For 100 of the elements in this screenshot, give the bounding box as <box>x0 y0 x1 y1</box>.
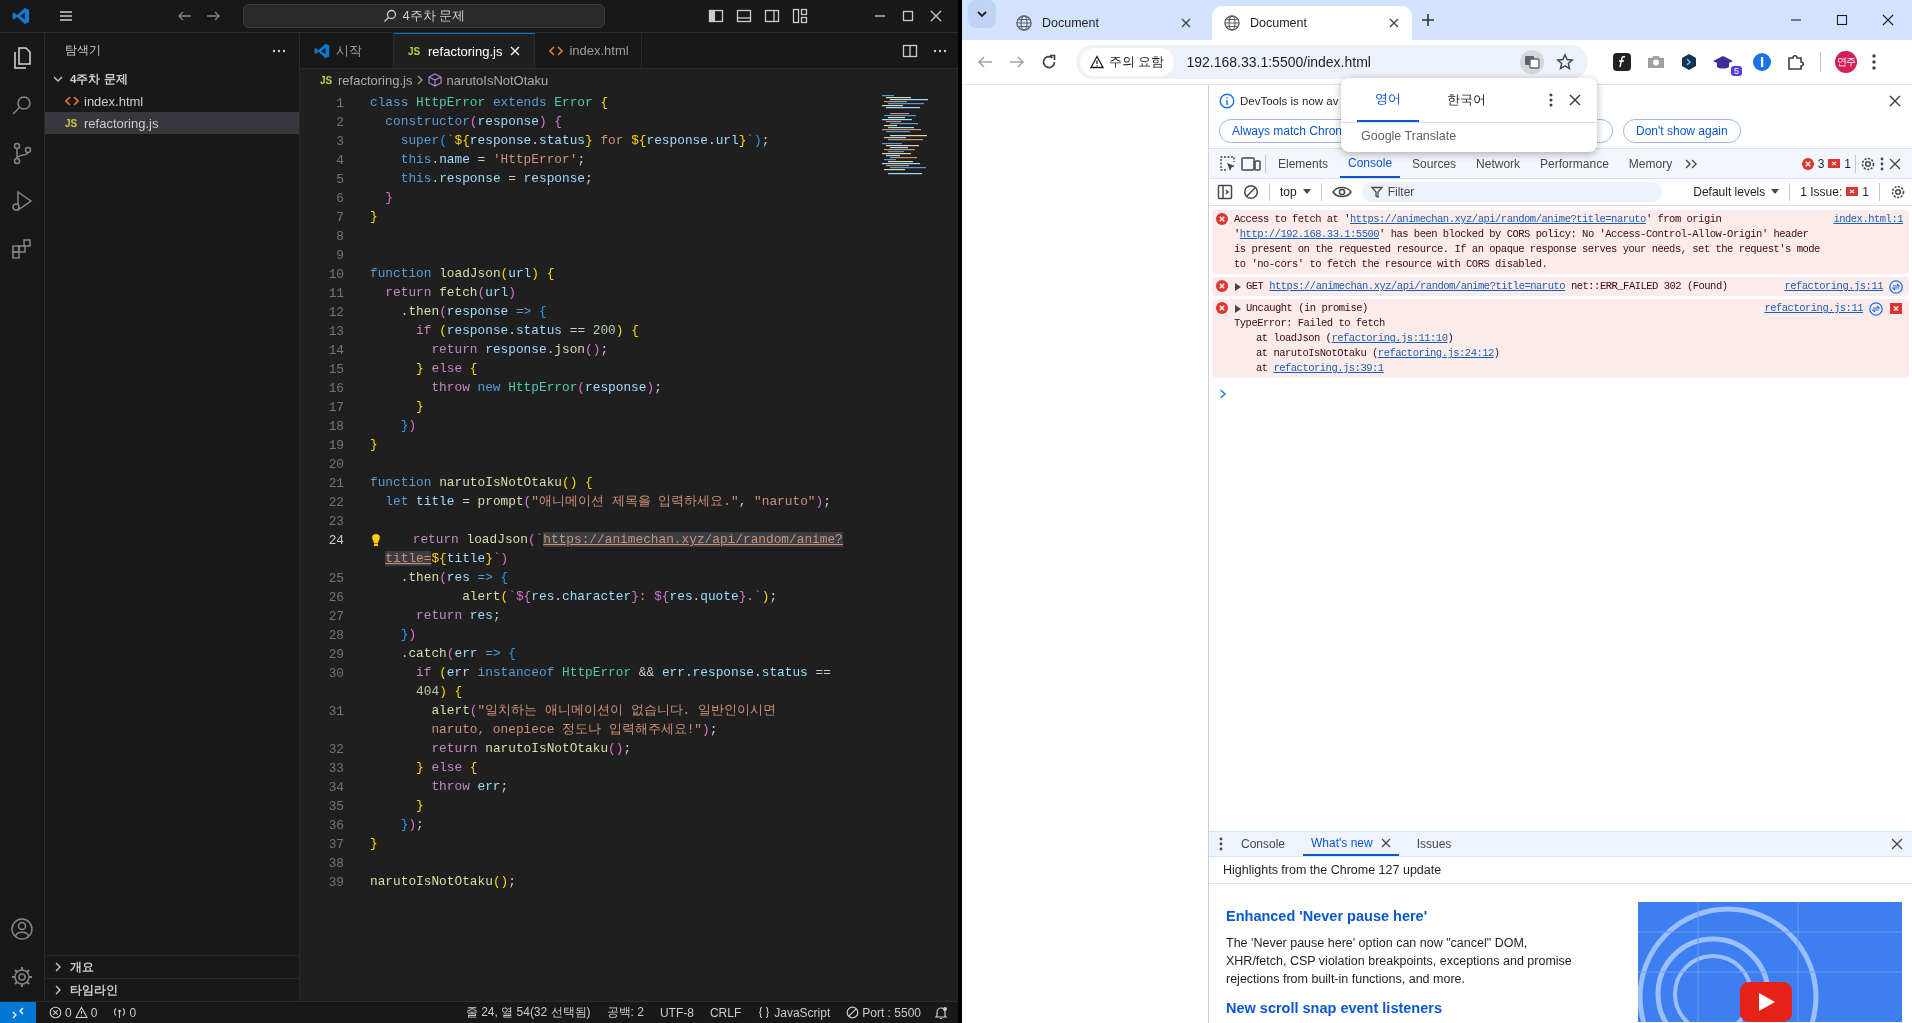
code-line: }) <box>399 418 417 433</box>
source-link[interactable]: refactoring.js:11 <box>1764 301 1863 316</box>
line-number: 17 <box>328 399 344 415</box>
editor-tab[interactable]: JS refactoring.js <box>394 33 536 68</box>
levels-dropdown[interactable]: Default levels <box>1693 185 1780 199</box>
line-number: 8 <box>336 228 344 244</box>
code-line: .catch(err => { <box>399 646 516 661</box>
browser-tab[interactable]: Document <box>1004 6 1204 40</box>
line-number: 19 <box>328 437 344 453</box>
link[interactable]: https://animechan.xyz/api/random/anime?title=naruto <box>1350 213 1646 225</box>
drawer-tab[interactable]: What's new <box>1303 832 1399 856</box>
code-line: 404) { <box>415 684 463 699</box>
link[interactable]: refactoring.js:39:1 <box>1273 362 1384 374</box>
line-number: 5 <box>336 171 344 187</box>
source-link[interactable]: index.html:1 <box>1833 212 1903 227</box>
context-selector[interactable]: top <box>1280 185 1311 199</box>
line-number: 7 <box>336 209 344 225</box>
code-line: return loadJson(`https://animechan.xyz/api/random/anime? <box>411 532 843 547</box>
breadcrumb-item[interactable]: JS refactoring.js <box>320 72 413 88</box>
line-number: 2 <box>336 114 344 130</box>
panel-tab[interactable]: Sources <box>1404 149 1465 178</box>
problems-status[interactable]: 0 0 <box>46 1005 101 1020</box>
ports-status[interactable]: 0 <box>110 1005 140 1020</box>
code-line: }) <box>399 627 417 642</box>
article-title[interactable]: Enhanced 'Never pause here' <box>1226 908 1576 924</box>
translate-brand: Google Translate <box>1360 128 1458 143</box>
badge-count: 5 <box>1731 66 1742 76</box>
link[interactable]: https://animechan.xyz/api/random/anime?title=naruto <box>1269 280 1566 292</box>
line-number: 39 <box>328 874 344 890</box>
line-number: 6 <box>336 190 344 206</box>
line-number: 36 <box>328 817 344 833</box>
filter-field[interactable]: Filter <box>1361 182 1662 202</box>
status-item[interactable]: UTF-8 <box>656 1005 697 1020</box>
status-item[interactable]: 줄 24, 열 54(32 선택됨) <box>462 1004 594 1021</box>
sidebar-title: 탐색기 <box>65 43 101 58</box>
status-item[interactable]: Port : 5500 <box>843 1005 924 1020</box>
browser-tab[interactable]: Document <box>1212 6 1412 40</box>
infobar-message: DevTools is now av <box>1240 95 1339 107</box>
issue-count[interactable]: 1 <box>1828 156 1851 171</box>
file-item[interactable]: index.html <box>45 90 299 112</box>
code-line: } <box>370 209 378 224</box>
code-line: throw new HttpError(response); <box>430 380 662 395</box>
security-chip[interactable]: 주의 요함 <box>1080 48 1175 76</box>
code-line: if (err instanceof HttpError && err.response.status == <box>415 665 831 680</box>
code-line: return narutoIsNotOtaku(); <box>430 741 632 756</box>
infobar-button[interactable]: Don't show again <box>1623 119 1741 143</box>
drawer-tab[interactable]: Console <box>1233 832 1294 856</box>
file-item[interactable]: JS refactoring.js <box>45 112 299 134</box>
code-line: alert("일치하는 애니메이션이 없습니다. 일반인이시면 <box>430 702 776 719</box>
code-line: } <box>415 399 424 414</box>
drawer-tab[interactable]: Issues <box>1408 832 1460 856</box>
line-number: 4 <box>336 152 344 168</box>
code-line: return res; <box>415 608 501 623</box>
section-header[interactable]: 개요 <box>45 955 299 978</box>
line-number: 34 <box>328 779 344 795</box>
link[interactable]: http://192.168.33.1:5500 <box>1239 228 1380 240</box>
status-item[interactable]: 공백: 2 <box>603 1004 647 1021</box>
article-text: The 'Never pause here' option can now "cancel" DOM, XHR/fetch, CSP violation breakpoints, exceptions and promise rejections from built-in functions, and more. <box>1226 935 1573 988</box>
language-tab[interactable]: 영어 <box>1357 78 1419 122</box>
code-line: narutoIsNotOtaku(); <box>370 874 516 889</box>
js-file-icon: JS <box>408 45 422 57</box>
message-text: GET https://animechan.xyz/api/random/anime?title=naruto net::ERR_FAILED 302 (Found) <box>1246 279 1728 294</box>
status-item[interactable]: CRLF <box>706 1005 745 1020</box>
code-line: } else { <box>415 760 478 775</box>
link[interactable]: refactoring.js:24:12 <box>1377 347 1494 359</box>
code-line: naruto, onepiece 정도나 입력해주세요!"); <box>430 721 718 738</box>
line-number: 32 <box>328 741 344 757</box>
link[interactable]: refactoring.js:11:10 <box>1331 332 1448 344</box>
code-line: let title = prompt("애니메이션 제목을 입력하세요.", "naruto"); <box>384 493 831 510</box>
code-line: throw err; <box>430 779 509 794</box>
panel-tab[interactable]: Elements <box>1270 149 1337 178</box>
status-item[interactable]: JavaScript <box>754 1005 834 1020</box>
line-number: 10 <box>328 266 344 282</box>
stack-text: at loadJson (refactoring.js:11:10) <box>1256 332 1454 344</box>
code-line: } <box>370 836 378 851</box>
error-count[interactable]: 3 <box>1801 156 1825 171</box>
editor-tab[interactable]: index.html <box>535 33 642 68</box>
drawer-subtitle: Highlights from the Chrome 127 update <box>1209 857 1912 884</box>
code-line: alert(`${res.character}: ${res.quote}.`); <box>461 589 778 604</box>
folder-item[interactable]: 4주차 문제 <box>45 68 299 90</box>
panel-tab[interactable]: Memory <box>1620 149 1681 178</box>
breadcrumb-item[interactable]: narutoIsNotOtaku <box>428 72 549 88</box>
line-number: 35 <box>328 798 344 814</box>
address-bar[interactable]: 주의 요함 192.168.33.1:5500/index.html <box>1076 45 1588 79</box>
code-line: class HttpError extends Error { <box>370 95 609 110</box>
language-tab[interactable]: 한국어 <box>1435 78 1497 122</box>
issues-button[interactable]: 1 Issue: 1 <box>1800 185 1869 199</box>
line-number: 22 <box>328 494 344 510</box>
line-number: 30 <box>328 665 344 681</box>
article-title[interactable]: New scroll snap event listeners <box>1226 1000 1576 1016</box>
line-number: 21 <box>328 475 344 491</box>
panel-tab[interactable]: Performance <box>1532 149 1617 178</box>
line-number: 24 <box>328 532 344 548</box>
code-line: constructor(response) { <box>384 114 563 129</box>
source-link[interactable]: refactoring.js:11 <box>1784 279 1883 294</box>
js-file-icon: JS <box>320 74 334 86</box>
profile-avatar[interactable]: 연주 <box>1835 51 1857 73</box>
panel-tab[interactable]: Network <box>1468 149 1529 178</box>
command-center[interactable]: 4주차 문제 <box>243 4 605 28</box>
line-number: 1 <box>336 95 344 111</box>
